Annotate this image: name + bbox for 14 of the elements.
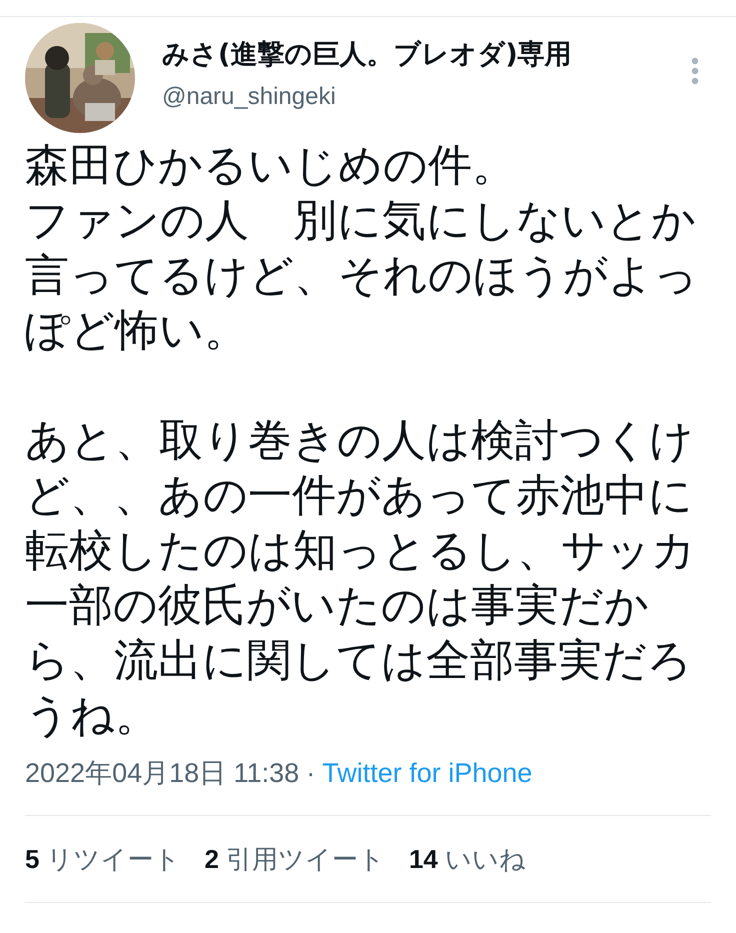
stat-label[interactable]: いいね bbox=[444, 842, 526, 876]
user-handle[interactable]: @naru_shingeki bbox=[162, 79, 572, 115]
stat-label[interactable]: 引用ツイート bbox=[226, 842, 385, 876]
stat-label[interactable]: リツイート bbox=[46, 842, 180, 876]
more-options-icon[interactable] bbox=[691, 57, 699, 85]
tweet-text: あと、取り巻きの人は検討つくけど、、あの一件があって赤池中に転校したのは知っとるし、サッカ一部の彼氏がいたのは事実だから、流出に関しては全部事実だろうね。 bbox=[25, 414, 697, 743]
timestamp[interactable]: 2022年04月18日 11:38 bbox=[25, 755, 300, 791]
tweet-text: ファンの人 別に気にしないとか言ってるけど、それのほうがよっぽど怖い。 bbox=[25, 194, 699, 358]
separator: · bbox=[306, 757, 316, 790]
stat-count[interactable]: 14 bbox=[408, 842, 438, 876]
display-name[interactable]: みさ(進撃の巨人。ブレオダ)専用 bbox=[162, 37, 572, 73]
stat-count[interactable]: 2 bbox=[204, 842, 219, 876]
stat-count[interactable]: 5 bbox=[25, 842, 40, 876]
tweet-text: 森田ひかるいじめの件。 bbox=[25, 139, 517, 193]
